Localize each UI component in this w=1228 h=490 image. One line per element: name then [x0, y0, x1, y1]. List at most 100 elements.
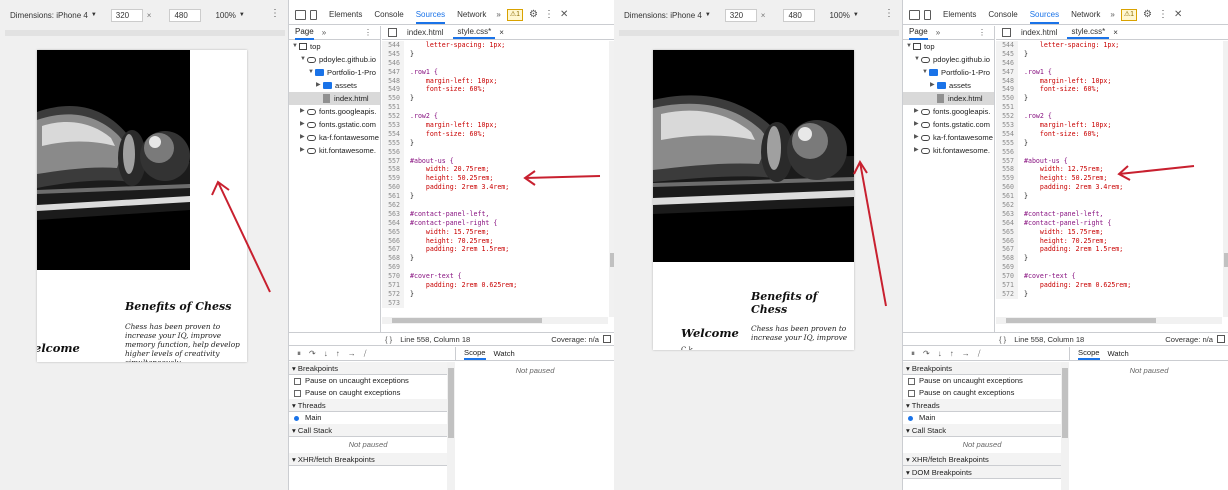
line-number[interactable]: 561 [382, 192, 404, 202]
code-line[interactable]: 556 [996, 147, 1222, 157]
triangle-down-icon[interactable]: ▼ [906, 40, 913, 53]
step-out-icon[interactable]: ↑ [336, 349, 340, 358]
code-line[interactable]: 570 #cover-text { [382, 272, 608, 282]
code-line[interactable]: 559 height: 50.25rem; [996, 174, 1222, 184]
code-line[interactable]: 563 #contact-panel-left, [996, 209, 1222, 219]
more-options-icon[interactable]: ⋮ [364, 28, 372, 37]
inspect-element-icon[interactable] [909, 9, 920, 20]
pause-icon[interactable]: ⏸ [911, 349, 915, 359]
triangle-right-icon[interactable]: ▶ [300, 118, 307, 131]
code-text[interactable] [404, 263, 410, 272]
editor-vertical-scrollbar[interactable] [1223, 41, 1228, 317]
tree-item[interactable]: ▶ fonts.gstatic.com [289, 118, 380, 131]
code-line[interactable]: 568} [382, 254, 608, 264]
line-number[interactable]: 553 [996, 121, 1018, 130]
debug-section-header[interactable]: ▾ Threads [903, 399, 1061, 412]
code-text[interactable]: .row1 { [404, 68, 438, 77]
code-line[interactable]: 571 padding: 2rem 0.625rem; [996, 281, 1222, 290]
triangle-down-icon[interactable]: ▼ [308, 66, 315, 79]
step-over-icon[interactable]: ↷ [923, 349, 930, 358]
breakpoint-option[interactable]: Pause on caught exceptions [903, 387, 1061, 399]
tab-elements[interactable]: Elements [943, 10, 976, 19]
triangle-right-icon[interactable]: ▶ [914, 105, 921, 118]
code-line[interactable]: 554 font-size: 60%; [996, 129, 1222, 139]
chevron-down-icon[interactable]: ▼ [239, 12, 245, 18]
breakpoint-option[interactable]: Pause on caught exceptions [289, 387, 447, 399]
tab-scope[interactable]: Scope [464, 347, 486, 360]
code-line[interactable]: 564 #contact-panel-right { [382, 218, 608, 228]
line-number[interactable]: 568 [996, 254, 1018, 264]
thread-item[interactable]: Main [903, 412, 1061, 424]
code-line[interactable]: 566 height: 70.25rem; [996, 236, 1222, 246]
line-number[interactable]: 555 [382, 138, 404, 148]
line-number[interactable]: 554 [382, 129, 404, 139]
device-toolbar-toggle-icon[interactable] [310, 9, 317, 20]
code-lines[interactable]: 544 letter-spacing: 1px; 545} 546 547 .row1 … [382, 41, 608, 317]
tree-item[interactable]: ▶ kit.fontawesome. [289, 144, 380, 157]
line-number[interactable]: 563 [996, 209, 1018, 219]
line-number[interactable]: 549 [996, 85, 1018, 95]
line-number[interactable]: 558 [996, 165, 1018, 175]
line-number[interactable]: 559 [996, 174, 1018, 184]
step-icon[interactable]: → [348, 349, 356, 358]
code-text[interactable]: font-size: 60%; [1018, 85, 1100, 94]
tab-network[interactable]: Network [1071, 10, 1100, 19]
close-icon[interactable]: ✕ [1174, 9, 1182, 20]
tree-item[interactable]: index.html [289, 92, 380, 105]
device-dimensions-dropdown[interactable]: Dimensions: iPhone 4 [10, 11, 88, 20]
step-icon[interactable]: → [962, 349, 970, 358]
line-number[interactable]: 551 [382, 103, 404, 113]
code-text[interactable]: height: 50.25rem; [1018, 174, 1108, 183]
step-into-icon[interactable]: ↓ [938, 349, 942, 358]
debug-section-header[interactable]: ▾ DOM Breakpoints [903, 466, 1061, 479]
breakpoint-option[interactable]: Pause on uncaught exceptions [289, 375, 447, 387]
tab-page[interactable]: Page [295, 26, 314, 40]
code-line[interactable]: 548 margin-left: 10px; [996, 76, 1222, 86]
line-number[interactable]: 572 [996, 289, 1018, 299]
tree-item[interactable]: ▼ top [289, 40, 380, 53]
triangle-right-icon[interactable]: ▶ [300, 131, 307, 144]
code-text[interactable]: } [404, 139, 414, 148]
chevron-down-icon[interactable]: ▼ [91, 12, 97, 18]
code-text[interactable]: #about-us { [404, 157, 454, 166]
tab-watch[interactable]: Watch [1108, 349, 1129, 358]
line-number[interactable]: 570 [382, 272, 404, 282]
device-height-input[interactable]: 480 [169, 8, 202, 22]
code-line[interactable]: 557 #about-us { [382, 156, 608, 166]
device-dimensions-dropdown[interactable]: Dimensions: iPhone 4 [624, 11, 702, 20]
line-number[interactable]: 546 [996, 58, 1018, 68]
line-number[interactable]: 568 [382, 254, 404, 264]
tab-watch[interactable]: Watch [494, 349, 515, 358]
code-text[interactable]: padding: 2rem 0.625rem; [404, 281, 517, 290]
triangle-right-icon[interactable]: ▶ [300, 144, 307, 157]
scrollbar-thumb[interactable] [448, 368, 454, 438]
line-number[interactable]: 572 [382, 289, 404, 299]
tab-sources[interactable]: Sources [1029, 10, 1060, 24]
tree-item[interactable]: ▶ kit.fontawesome. [903, 144, 994, 157]
more-options-icon[interactable]: ⋮ [884, 8, 894, 19]
line-number[interactable]: 552 [996, 112, 1018, 122]
coverage-icon[interactable] [1217, 335, 1225, 343]
code-line[interactable]: 569 [996, 263, 1222, 273]
debug-section-header[interactable]: ▾ Breakpoints [289, 362, 447, 375]
more-options-icon[interactable]: ⋮ [270, 8, 280, 19]
line-number[interactable]: 567 [382, 245, 404, 255]
editor-horizontal-scrollbar[interactable] [382, 317, 608, 324]
device-width-input[interactable]: 320 [110, 8, 143, 22]
thread-item[interactable]: Main [289, 412, 447, 424]
zoom-dropdown[interactable]: 100% [829, 11, 849, 20]
code-text[interactable]: .row2 { [404, 112, 438, 121]
file-tab-style-css[interactable]: style.css* [1067, 26, 1110, 39]
code-text[interactable] [1018, 103, 1024, 112]
checkbox[interactable] [908, 389, 915, 397]
more-tabs-icon[interactable]: » [496, 10, 500, 19]
code-line[interactable]: 545} [382, 49, 608, 59]
line-number[interactable]: 550 [996, 94, 1018, 104]
code-line[interactable]: 567 padding: 2rem 1.5rem; [382, 245, 608, 255]
line-number[interactable]: 560 [382, 183, 404, 193]
line-number[interactable]: 548 [996, 76, 1018, 86]
code-line[interactable]: 547 .row1 { [382, 67, 608, 77]
checkbox[interactable] [908, 377, 915, 385]
code-text[interactable]: height: 70.25rem; [1018, 237, 1108, 246]
tree-item[interactable]: ▼ Portfolio-1-Pro [289, 66, 380, 79]
